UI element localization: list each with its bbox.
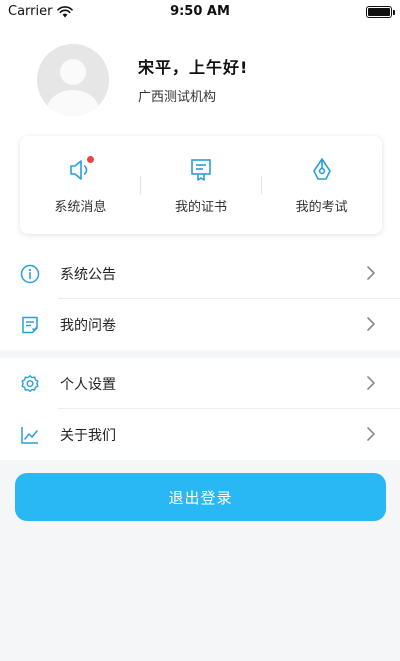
menu-item-personal-settings[interactable]: 个人设置 xyxy=(0,358,400,409)
menu-item-my-questionnaires[interactable]: 我的问卷 xyxy=(0,299,400,350)
greeting-text: 宋平，上午好! xyxy=(138,58,249,77)
menu-item-about-us[interactable]: 关于我们 xyxy=(0,409,400,460)
pen-icon xyxy=(308,156,336,184)
logout-button[interactable]: 退出登录 xyxy=(15,473,386,521)
chevron-right-icon xyxy=(367,427,375,441)
organization-name: 广西测试机构 xyxy=(138,90,217,105)
menu-group-primary: 系统公告 我的问卷 xyxy=(0,248,400,350)
quick-action-label: 系统消息 xyxy=(54,200,107,215)
default-avatar-icon xyxy=(37,44,109,116)
quick-action-system-messages[interactable]: 系统消息 xyxy=(20,136,141,234)
speaker-icon xyxy=(66,156,95,184)
quick-action-my-exams[interactable]: 我的考试 xyxy=(261,136,382,234)
menu-item-system-announcements[interactable]: 系统公告 xyxy=(0,248,400,299)
line-chart-icon xyxy=(21,426,38,444)
menu-item-label: 系统公告 xyxy=(60,266,116,283)
gear-icon xyxy=(21,374,39,392)
menu-item-label: 个人设置 xyxy=(60,376,116,393)
profile-screen: Carrier 9:50 AM 宋平，上午好! 广西测试机构 系统消息 我的证书… xyxy=(0,0,400,661)
questionnaire-icon xyxy=(22,316,38,333)
chevron-right-icon xyxy=(367,376,375,390)
info-icon xyxy=(20,264,40,283)
card-divider xyxy=(261,176,262,194)
menu-item-label: 关于我们 xyxy=(60,427,116,444)
chevron-right-icon xyxy=(367,317,375,331)
menu-item-label: 我的问卷 xyxy=(60,317,116,334)
avatar[interactable] xyxy=(37,44,109,116)
menu-group-secondary: 个人设置 关于我们 xyxy=(0,358,400,460)
quick-action-my-certificates[interactable]: 我的证书 xyxy=(141,136,262,234)
quick-action-label: 我的考试 xyxy=(295,200,348,215)
card-divider xyxy=(140,176,141,194)
battery-icon xyxy=(366,6,395,18)
certificate-icon xyxy=(187,156,215,184)
chevron-right-icon xyxy=(367,266,375,280)
quick-action-label: 我的证书 xyxy=(175,200,228,215)
quick-actions-card: 系统消息 我的证书 我的考试 xyxy=(20,136,382,234)
status-time: 9:50 AM xyxy=(170,4,230,19)
status-bar: Carrier 9:50 AM xyxy=(0,0,400,24)
